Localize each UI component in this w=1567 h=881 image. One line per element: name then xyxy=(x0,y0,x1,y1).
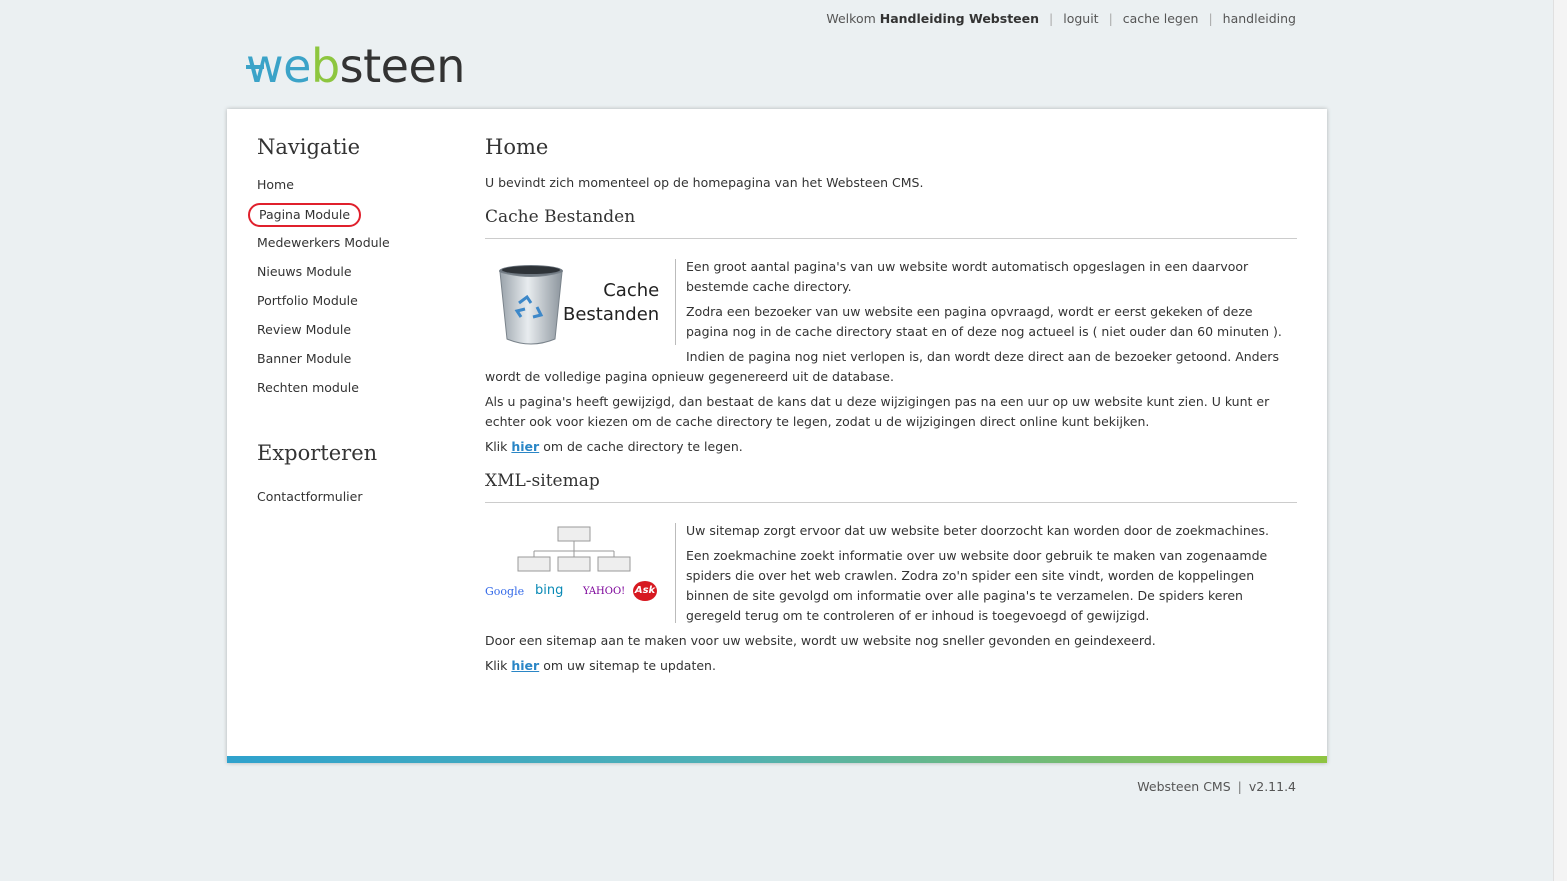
websteen-logo[interactable]: websteen xyxy=(246,36,465,96)
nav-item-review-module[interactable]: Review Module xyxy=(257,322,351,337)
nav-item-portfolio-module[interactable]: Portfolio Module xyxy=(257,293,358,308)
cache-image-label: Cache Bestanden xyxy=(563,279,659,327)
nav-item-home[interactable]: Home xyxy=(257,177,294,192)
cache-label-line2: Bestanden xyxy=(563,304,660,325)
separator: | xyxy=(1108,11,1113,26)
cache-paragraph-3: Indien de pagina nog niet verlopen is, d… xyxy=(485,349,1279,384)
google-logo: Google xyxy=(485,585,525,598)
footer-gradient-bar xyxy=(227,756,1327,763)
cache-section-title: Cache Bestanden xyxy=(485,207,1297,239)
sitemap-image: Google bing YAHOO! Ask xyxy=(485,523,676,623)
footer-product: Websteen CMS xyxy=(1137,779,1231,794)
sitemap-paragraph-3: Door een sitemap aan te maken voor uw we… xyxy=(485,633,1156,648)
manual-link[interactable]: handleiding xyxy=(1223,11,1296,26)
nav-item-nieuws-module[interactable]: Nieuws Module xyxy=(257,264,352,279)
cache-click-suffix: om de cache directory te legen. xyxy=(543,439,743,454)
logo-text-steen: steen xyxy=(339,39,466,93)
nav-item-rechten-module[interactable]: Rechten module xyxy=(257,380,359,395)
cache-label-line1: Cache xyxy=(603,280,660,301)
page-title: Home xyxy=(485,135,549,159)
nav-list: Home Pagina Module Medewerkers Module Ni… xyxy=(248,177,457,409)
export-title: Exporteren xyxy=(257,441,378,465)
cache-click-line: Klik hier om de cache directory te legen… xyxy=(485,437,1297,457)
nav-title: Navigatie xyxy=(257,135,361,159)
nav-item-medewerkers-module[interactable]: Medewerkers Module xyxy=(257,235,390,250)
logo-dash xyxy=(246,65,264,69)
cache-paragraph-4: Als u pagina's heeft gewijzigd, dan best… xyxy=(485,394,1270,429)
footer-version: v2.11.4 xyxy=(1248,779,1296,794)
clear-cache-link[interactable]: cache legen xyxy=(1123,11,1199,26)
logout-link[interactable]: loguit xyxy=(1063,11,1098,26)
cache-section: Cache Bestanden Een groot aantal pagina'… xyxy=(485,249,1297,457)
separator: | xyxy=(1049,11,1054,26)
footer: Websteen CMS | v2.11.4 xyxy=(1137,779,1296,794)
intro-text: U bevindt zich momenteel op de homepagin… xyxy=(485,175,924,190)
export-item-contactformulier[interactable]: Contactformulier xyxy=(257,489,362,504)
content-panel: Navigatie Home Pagina Module Medewerkers… xyxy=(227,109,1327,763)
separator: | xyxy=(1208,11,1213,26)
sitemap-section-title: XML-sitemap xyxy=(485,471,1297,503)
vertical-scrollbar[interactable] xyxy=(1553,0,1567,881)
trash-bin-icon xyxy=(499,265,563,345)
yahoo-logo: YAHOO! xyxy=(583,586,626,597)
sitemap-section: Google bing YAHOO! Ask Uw sitemap zorgt … xyxy=(485,513,1297,676)
nav-item-pagina-module[interactable]: Pagina Module xyxy=(248,203,362,227)
user-name: Handleiding Websteen xyxy=(879,11,1040,26)
cache-click-prefix: Klik xyxy=(485,439,508,454)
bing-logo: bing xyxy=(535,583,564,598)
main-content: Home U bevindt zich momenteel op de home… xyxy=(485,135,1297,681)
separator: | xyxy=(1237,779,1242,794)
sitemap-click-prefix: Klik xyxy=(485,658,508,673)
welcome-text: Welkom xyxy=(826,11,876,26)
sitemap-tree-icon xyxy=(517,526,631,572)
ask-logo: Ask xyxy=(633,581,657,601)
export-list: Contactformulier xyxy=(257,489,457,518)
nav-item-banner-module[interactable]: Banner Module xyxy=(257,351,351,366)
clear-cache-here-link[interactable]: hier xyxy=(511,439,539,454)
sidebar: Navigatie Home Pagina Module Medewerkers… xyxy=(248,135,457,518)
sitemap-click-line: Klik hier om uw sitemap te updaten. xyxy=(485,656,1297,676)
user-bar: Welkom Handleiding Websteen | loguit | c… xyxy=(826,11,1296,26)
cache-image: Cache Bestanden xyxy=(485,259,676,345)
sitemap-click-suffix: om uw sitemap te updaten. xyxy=(543,658,716,673)
logo-text-b: b xyxy=(310,39,340,93)
update-sitemap-here-link[interactable]: hier xyxy=(511,658,539,673)
